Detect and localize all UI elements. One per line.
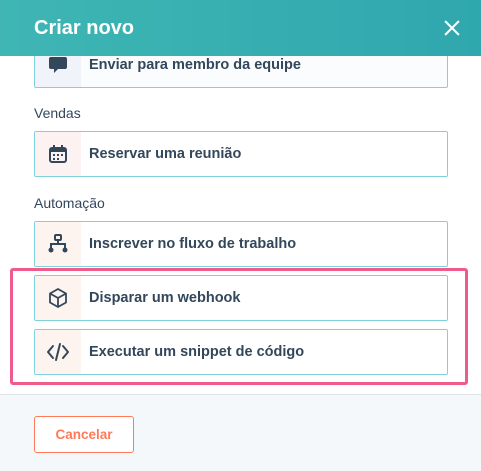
- chat-bubble-icon: [35, 56, 81, 87]
- code-icon: [35, 330, 81, 374]
- option-book-meeting[interactable]: Reservar uma reunião: [34, 131, 448, 177]
- workflow-icon: [35, 222, 81, 266]
- close-icon[interactable]: [441, 17, 463, 39]
- option-label: Inscrever no fluxo de trabalho: [89, 236, 297, 252]
- option-label: Reservar uma reunião: [89, 146, 242, 162]
- dialog-body: Enviar para membro da equipe Vendas Rese…: [0, 56, 481, 394]
- dialog-footer: Cancelar: [0, 394, 481, 471]
- option-trigger-webhook[interactable]: Disparar um webhook: [34, 275, 448, 321]
- option-label: Disparar um webhook: [89, 290, 241, 306]
- calendar-icon: [35, 132, 81, 176]
- option-label: Enviar para membro da equipe: [89, 57, 301, 73]
- option-send-to-team-member[interactable]: Enviar para membro da equipe: [34, 56, 448, 88]
- cancel-button[interactable]: Cancelar: [34, 416, 134, 453]
- dialog-header: Criar novo: [0, 0, 481, 56]
- dialog-title: Criar novo: [34, 16, 135, 39]
- section-label-automation: Automação: [34, 195, 105, 211]
- section-label-sales: Vendas: [34, 105, 81, 121]
- option-enroll-workflow[interactable]: Inscrever no fluxo de trabalho: [34, 221, 448, 267]
- cube-icon: [35, 276, 81, 320]
- option-run-code-snippet[interactable]: Executar um snippet de código: [34, 329, 448, 375]
- option-label: Executar um snippet de código: [89, 344, 305, 360]
